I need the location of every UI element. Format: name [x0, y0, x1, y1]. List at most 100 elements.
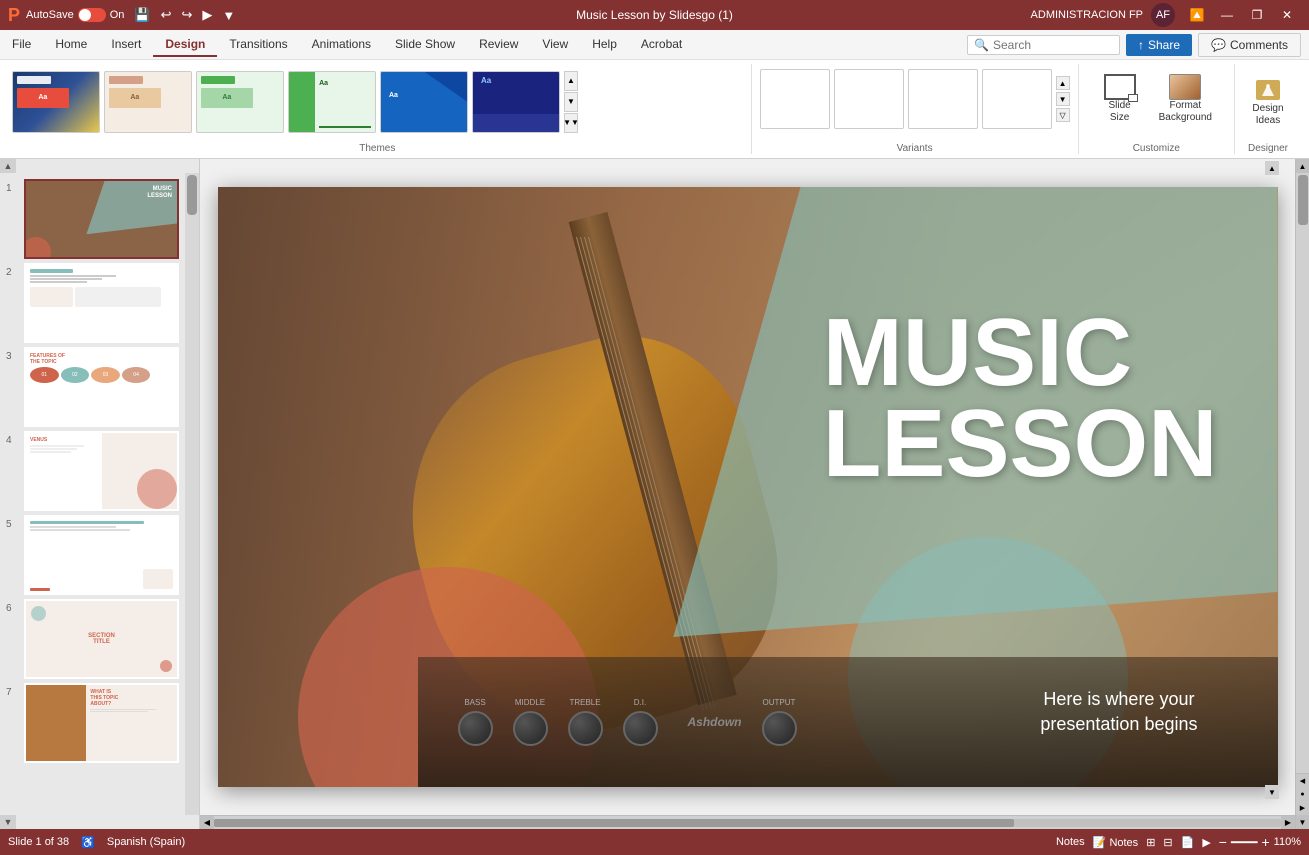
variants-scroll-up[interactable]: ▲ [1056, 76, 1070, 90]
restore-button[interactable]: ❐ [1243, 4, 1271, 26]
autosave-toggle[interactable] [78, 8, 106, 22]
theme-item-6[interactable]: Aa [472, 71, 560, 133]
zoom-level[interactable]: 110% [1274, 836, 1301, 848]
slides-scroll-up[interactable]: ▲ [0, 159, 16, 173]
slides-scrollbar-thumb[interactable] [187, 175, 197, 215]
slide-thumb-1[interactable]: 1 MUSICLESSON [4, 177, 181, 261]
share-button[interactable]: ↑ Share [1126, 34, 1192, 56]
v-scroll-down[interactable]: ▼ [1296, 815, 1309, 829]
accessibility-icon[interactable]: ♿ [81, 836, 95, 849]
customize-quick-access-button[interactable]: ▼ [218, 6, 239, 25]
slide-thumb-3[interactable]: 3 FEATURES OFTHE TOPIC 01 02 03 04 [4, 345, 181, 429]
slide-canvas-wrapper: ▲ [200, 159, 1295, 815]
ribbon-content: Aa Aa Aa [0, 60, 1309, 158]
slide-thumb-5[interactable]: 5 [4, 513, 181, 597]
slides-panel-scrollbar[interactable] [185, 173, 199, 815]
tab-view[interactable]: View [530, 33, 580, 57]
close-button[interactable]: ✕ [1273, 4, 1301, 26]
tab-design[interactable]: Design [153, 33, 217, 57]
horizontal-scrollbar[interactable]: ◀ ▶ [200, 815, 1295, 829]
search-box[interactable]: 🔍 [967, 35, 1120, 55]
designer-items: DesignIdeas [1243, 64, 1293, 139]
tab-insert[interactable]: Insert [99, 33, 153, 57]
slide-number-6: 6 [6, 599, 20, 614]
theme-item-2[interactable]: Aa [104, 71, 192, 133]
tab-slideshow[interactable]: Slide Show [383, 33, 467, 57]
format-background-button[interactable]: FormatBackground [1153, 64, 1218, 134]
slide-thumb-4[interactable]: 4 VENUS [4, 429, 181, 513]
slide-preview-7[interactable]: WHAT ISTHIS TOPICABOUT? [24, 683, 179, 763]
v-scroll-up[interactable]: ▲ [1296, 159, 1309, 173]
ribbon: Aa Aa Aa [0, 60, 1309, 159]
tab-home[interactable]: Home [43, 33, 99, 57]
zoom-in-button[interactable]: + [1261, 834, 1269, 850]
variant-3[interactable] [908, 69, 978, 129]
tab-transitions[interactable]: Transitions [217, 33, 299, 57]
h-scroll-right[interactable]: ▶ [1281, 816, 1295, 830]
slideshow-icon[interactable]: ▶ [1202, 836, 1210, 849]
tab-review[interactable]: Review [467, 33, 530, 57]
slide-thumb-6[interactable]: 6 SECTION TITLE [4, 597, 181, 681]
right-arrow-1[interactable]: ◀ [1296, 773, 1309, 787]
themes-scroll-down[interactable]: ▼ [564, 92, 578, 112]
variants-scroll-more[interactable]: ▽ [1056, 108, 1070, 122]
tab-file[interactable]: File [0, 33, 43, 57]
v-scroll-thumb[interactable] [1298, 175, 1308, 225]
zoom-slider[interactable]: ━━━━ [1231, 836, 1258, 849]
canvas-scroll-down[interactable]: ▼ [1265, 785, 1279, 799]
theme-item-3[interactable]: Aa [196, 71, 284, 133]
variants-scroll-down[interactable]: ▼ [1056, 92, 1070, 106]
comments-button[interactable]: 💬 Comments [1198, 33, 1301, 57]
customize-buttons: SlideSize FormatBackground [1087, 64, 1226, 134]
design-ideas-icon [1252, 77, 1284, 103]
notes-button[interactable]: Notes [1056, 836, 1085, 848]
zoom-out-button[interactable]: − [1219, 834, 1227, 850]
vertical-scrollbar[interactable]: ▲ ◀ ● ▶ ▼ [1295, 159, 1309, 829]
slide-preview-5[interactable] [24, 515, 179, 595]
tab-animations[interactable]: Animations [300, 33, 383, 57]
variant-1[interactable] [760, 69, 830, 129]
slide-thumb-7[interactable]: 7 WHAT ISTHIS TOPICABOUT? [4, 681, 181, 765]
theme-item-5[interactable]: Aa [380, 71, 468, 133]
slide-sorter-icon[interactable]: ⊟ [1163, 836, 1172, 849]
slide-size-button[interactable]: SlideSize [1095, 64, 1145, 134]
undo-button[interactable]: ↩ [157, 5, 176, 25]
normal-view-icon[interactable]: ⊞ [1146, 836, 1155, 849]
v-scroll-track[interactable] [1296, 173, 1309, 773]
slides-scroll-down[interactable]: ▼ [0, 815, 16, 829]
h-scroll-thumb[interactable] [214, 819, 1014, 827]
variant-4[interactable] [982, 69, 1052, 129]
slide-preview-3[interactable]: FEATURES OFTHE TOPIC 01 02 03 04 [24, 347, 179, 427]
slide-preview-6[interactable]: SECTION TITLE [24, 599, 179, 679]
theme-item-1[interactable]: Aa [12, 71, 100, 133]
redo-button[interactable]: ↪ [178, 5, 197, 25]
slides-list: 1 MUSICLESSON 2 [0, 173, 185, 815]
present-button[interactable]: ▶ [198, 5, 216, 25]
design-ideas-button[interactable]: DesignIdeas [1243, 67, 1293, 137]
reading-view-icon[interactable]: 📄 [1181, 836, 1195, 849]
save-button[interactable]: 💾 [130, 5, 154, 25]
h-scroll-track[interactable] [214, 819, 1281, 827]
amp-bass: BASS [458, 698, 493, 746]
minimize-button[interactable]: — [1213, 4, 1241, 26]
themes-scroll-more[interactable]: ▼▼ [564, 113, 578, 133]
themes-scroll-up[interactable]: ▲ [564, 71, 578, 91]
theme-item-4[interactable]: Aa [288, 71, 376, 133]
tab-acrobat[interactable]: Acrobat [629, 33, 694, 57]
search-input[interactable] [993, 38, 1113, 52]
h-scroll-left[interactable]: ◀ [200, 816, 214, 830]
right-arrow-2[interactable]: ● [1296, 787, 1309, 801]
canvas-scroll-up[interactable]: ▲ [1265, 161, 1279, 175]
notes-label[interactable]: 📝 Notes [1093, 836, 1139, 849]
slide-thumb-2[interactable]: 2 [4, 261, 181, 345]
avatar[interactable]: AF [1151, 3, 1175, 27]
slide-preview-2[interactable] [24, 263, 179, 343]
variant-2[interactable] [834, 69, 904, 129]
ribbon-header-right: 🔍 ↑ Share 💬 Comments [959, 33, 1309, 57]
themes-grid: Aa Aa Aa [12, 67, 560, 137]
slide-preview-4[interactable]: VENUS [24, 431, 179, 511]
right-arrow-3[interactable]: ▶ [1296, 801, 1309, 815]
slide-preview-1[interactable]: MUSICLESSON [24, 179, 179, 259]
tab-help[interactable]: Help [580, 33, 629, 57]
ribbon-collapse-button[interactable]: 🔼 [1183, 4, 1211, 26]
